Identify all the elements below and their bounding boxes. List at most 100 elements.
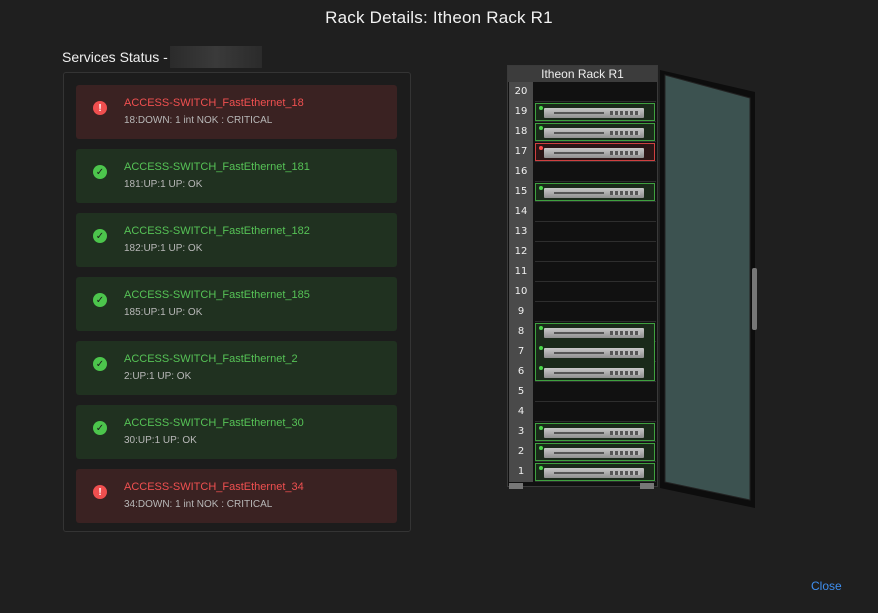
rack-unit-number: 11	[514, 266, 528, 277]
server-icon	[544, 328, 644, 338]
status-led-icon	[539, 346, 543, 350]
rack-device[interactable]	[535, 143, 655, 161]
rack-foot-right	[640, 483, 654, 489]
rack-unit-number: 3	[517, 426, 525, 437]
service-item[interactable]: ✓ ACCESS-SWITCH_FastEthernet_181 181:UP:1 …	[76, 149, 397, 203]
status-led-icon	[539, 466, 543, 470]
service-detail: 30:UP:1 UP: OK	[124, 435, 197, 446]
rack-unit-divider	[535, 461, 656, 462]
check-circle-icon: ✓	[93, 293, 107, 307]
rack-unit-divider	[535, 221, 656, 222]
service-item[interactable]: ! ACCESS-SWITCH_FastEthernet_34 34:DOWN: 1…	[76, 469, 397, 523]
service-item[interactable]: ✓ ACCESS-SWITCH_FastEthernet_30 30:UP:1 UP…	[76, 405, 397, 459]
rack-unit-divider	[535, 281, 656, 282]
dialog-title: Rack Details: Itheon Rack R1	[325, 8, 553, 27]
services-heading-text: Services Status -	[62, 49, 168, 65]
service-detail: 181:UP:1 UP: OK	[124, 179, 203, 190]
rack-unit-divider	[535, 141, 656, 142]
service-name: ACCESS-SWITCH_FastEthernet_18	[124, 97, 304, 109]
rack-device[interactable]	[535, 323, 655, 381]
rack-unit-number: 8	[517, 326, 525, 337]
rack-unit-number: 19	[514, 106, 528, 117]
services-status-heading: Services Status -	[62, 46, 262, 68]
server-icon	[544, 148, 644, 158]
service-detail: 185:UP:1 UP: OK	[124, 307, 203, 318]
redacted-host-name	[169, 46, 262, 68]
rack-unit-number: 20	[514, 86, 528, 97]
status-led-icon	[539, 366, 543, 370]
service-name: ACCESS-SWITCH_FastEthernet_30	[124, 417, 304, 429]
rack-door	[660, 70, 755, 508]
service-item[interactable]: ✓ ACCESS-SWITCH_FastEthernet_2 2:UP:1 UP: …	[76, 341, 397, 395]
rack-unit-divider	[535, 121, 656, 122]
rack-unit-divider	[535, 381, 656, 382]
service-item[interactable]: ✓ ACCESS-SWITCH_FastEthernet_182 182:UP:1 …	[76, 213, 397, 267]
rack-device[interactable]	[535, 103, 655, 121]
check-circle-icon: ✓	[93, 421, 107, 435]
rack-unit-number: 18	[514, 126, 528, 137]
rack-unit-number: 14	[514, 206, 528, 217]
status-led-icon	[539, 126, 543, 130]
rack-unit-number: 5	[517, 386, 525, 397]
service-detail: 2:UP:1 UP: OK	[124, 371, 192, 382]
alert-circle-icon: !	[93, 101, 107, 115]
rack-unit-divider	[535, 301, 656, 302]
rack-unit-divider	[535, 321, 656, 322]
rack-unit-divider	[535, 441, 656, 442]
server-icon	[544, 468, 644, 478]
close-button[interactable]: Close	[811, 579, 842, 593]
rack-unit-number: 6	[517, 366, 525, 377]
rack-device[interactable]	[535, 443, 655, 461]
rack-unit-number: 2	[517, 446, 525, 457]
server-icon	[544, 448, 644, 458]
status-led-icon	[539, 326, 543, 330]
rack-diagram: Itheon Rack R1 20 19 18 17 16 15 14 13 12 11 10 9 8 7…	[507, 65, 658, 487]
rack-unit-divider	[535, 421, 656, 422]
rack-unit-divider	[535, 101, 656, 102]
status-led-icon	[539, 106, 543, 110]
scrollbar-thumb[interactable]	[752, 268, 757, 330]
rack-device[interactable]	[535, 463, 655, 481]
rack-unit-number: 9	[517, 306, 525, 317]
server-icon	[544, 128, 644, 138]
server-icon	[544, 188, 644, 198]
service-detail: 182:UP:1 UP: OK	[124, 243, 203, 254]
service-name: ACCESS-SWITCH_FastEthernet_181	[124, 161, 310, 173]
check-circle-icon: ✓	[93, 357, 107, 371]
server-icon	[544, 428, 644, 438]
service-detail: 18:DOWN: 1 int NOK : CRITICAL	[124, 115, 273, 126]
rack-device[interactable]	[535, 423, 655, 441]
rack-unit-divider	[535, 241, 656, 242]
rack-foot-left	[509, 483, 523, 489]
service-name: ACCESS-SWITCH_FastEthernet_34	[124, 481, 304, 493]
rack-device[interactable]	[535, 183, 655, 201]
rack-unit-divider	[535, 161, 656, 162]
service-item[interactable]: ✓ ACCESS-SWITCH_FastEthernet_185 185:UP:1 …	[76, 277, 397, 331]
service-item[interactable]: ! ACCESS-SWITCH_FastEthernet_18 18:DOWN: 1…	[76, 85, 397, 139]
rack-unit-divider	[535, 481, 656, 482]
status-led-icon	[539, 446, 543, 450]
server-icon	[544, 108, 644, 118]
rack-device[interactable]	[535, 123, 655, 141]
server-icon	[544, 348, 644, 358]
status-led-icon	[539, 146, 543, 150]
check-circle-icon: ✓	[93, 229, 107, 243]
service-name: ACCESS-SWITCH_FastEthernet_185	[124, 289, 310, 301]
rack-unit-number: 17	[514, 146, 528, 157]
status-led-icon	[539, 426, 543, 430]
rack-unit-number: 15	[514, 186, 528, 197]
service-detail: 34:DOWN: 1 int NOK : CRITICAL	[124, 499, 273, 510]
rack-unit-number: 7	[517, 346, 525, 357]
rack-unit-number: 13	[514, 226, 528, 237]
status-led-icon	[539, 186, 543, 190]
rack-unit-number: 12	[514, 246, 528, 257]
services-list-panel: ! ACCESS-SWITCH_FastEthernet_18 18:DOWN: 1…	[63, 72, 411, 532]
rack-unit-divider	[535, 201, 656, 202]
rack-label: Itheon Rack R1	[508, 66, 657, 82]
check-circle-icon: ✓	[93, 165, 107, 179]
rack-unit-divider	[535, 261, 656, 262]
server-icon	[544, 368, 644, 378]
rack-unit-divider	[535, 401, 656, 402]
rack-unit-number: 4	[517, 406, 525, 417]
service-name: ACCESS-SWITCH_FastEthernet_182	[124, 225, 310, 237]
